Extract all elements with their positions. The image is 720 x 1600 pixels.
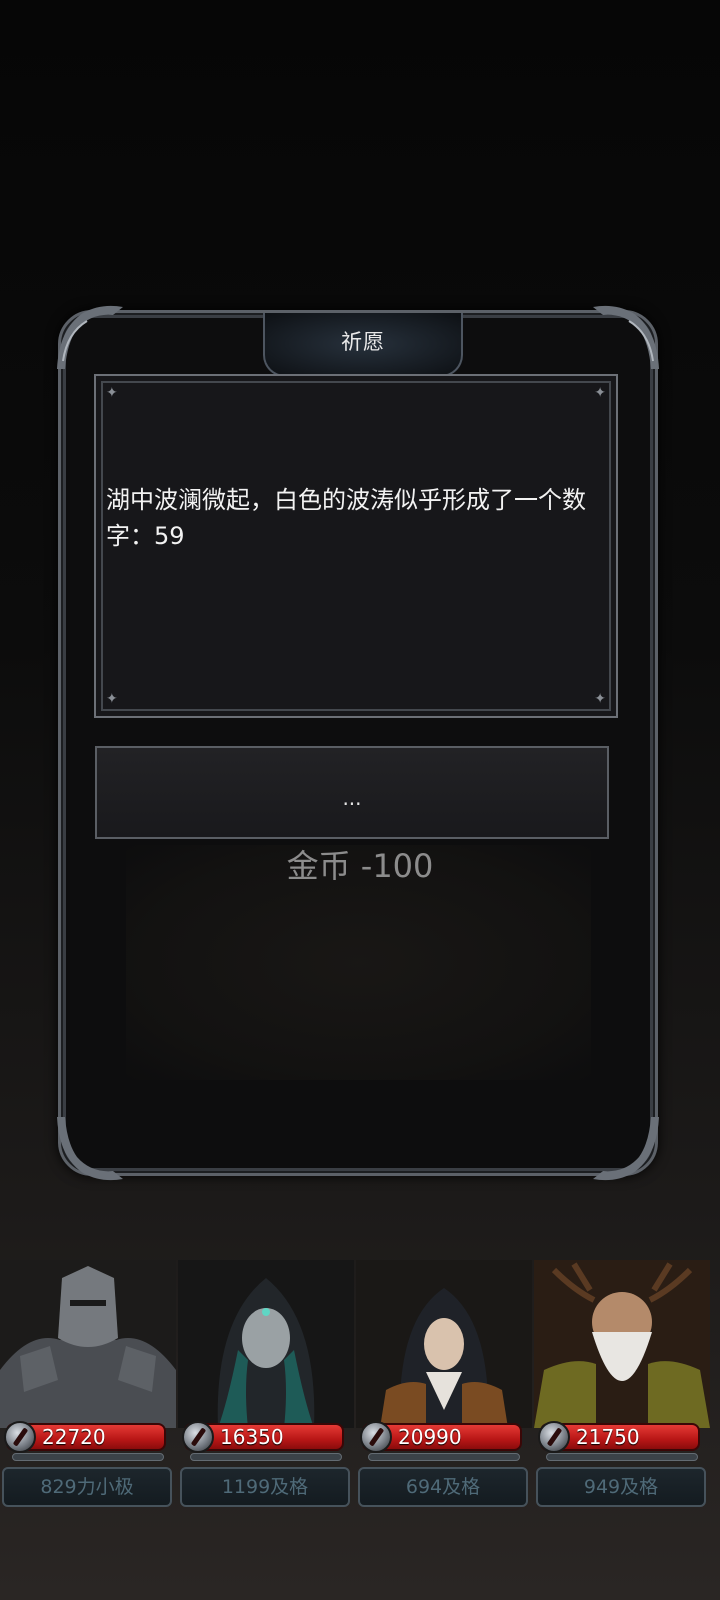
frame-ornament-top-right	[593, 305, 659, 369]
energy-bar	[12, 1453, 164, 1461]
hp-value: 21750	[576, 1425, 640, 1449]
hero-portrait-armored-knight	[0, 1260, 176, 1428]
hero-card-3[interactable]: 20990 694及格	[356, 1260, 532, 1510]
hp-bar: 20990	[360, 1421, 522, 1453]
hp-value: 16350	[220, 1425, 284, 1449]
hero-card-4[interactable]: 21750 949及格	[534, 1260, 710, 1510]
hp-bar: 21750	[538, 1421, 700, 1453]
hero-portrait-nun	[356, 1260, 532, 1428]
dialog-title: 祈愿	[263, 313, 463, 377]
frame-ornament-top-left	[57, 305, 123, 369]
hp-value: 22720	[42, 1425, 106, 1449]
energy-bar	[190, 1453, 342, 1461]
hero-portrait-antlered-elder	[534, 1260, 710, 1428]
sword-icon	[538, 1421, 570, 1453]
sparkle-icon: ✦	[594, 385, 606, 401]
score-plate: 829力小极	[2, 1467, 172, 1507]
sparkle-icon: ✦	[106, 691, 118, 707]
hero-card-2[interactable]: 16350 1199及格	[178, 1260, 354, 1510]
score-plate: 1199及格	[180, 1467, 350, 1507]
event-text: 湖中波澜微起，白色的波涛似乎形成了一个数字：59	[106, 486, 586, 550]
score-plate: 949及格	[536, 1467, 706, 1507]
sword-icon	[4, 1421, 36, 1453]
sword-icon	[182, 1421, 214, 1453]
sparkle-icon: ✦	[594, 691, 606, 707]
sword-icon	[360, 1421, 392, 1453]
frame-ornament-bottom-left	[57, 1117, 123, 1181]
energy-bar	[368, 1453, 520, 1461]
energy-bar	[546, 1453, 698, 1461]
score-plate: 694及格	[358, 1467, 528, 1507]
hp-value: 20990	[398, 1425, 462, 1449]
choice-button[interactable]: ...	[95, 746, 609, 839]
hp-bar: 16350	[182, 1421, 344, 1453]
hp-bar: 22720	[4, 1421, 166, 1453]
frame-ornament-bottom-right	[593, 1117, 659, 1181]
sparkle-icon: ✦	[106, 385, 118, 401]
hero-card-1[interactable]: 22720 829力小极	[0, 1260, 176, 1510]
cost-label: 金币 -100	[286, 847, 434, 885]
hero-portrait-hooded-sorceress	[178, 1260, 354, 1428]
